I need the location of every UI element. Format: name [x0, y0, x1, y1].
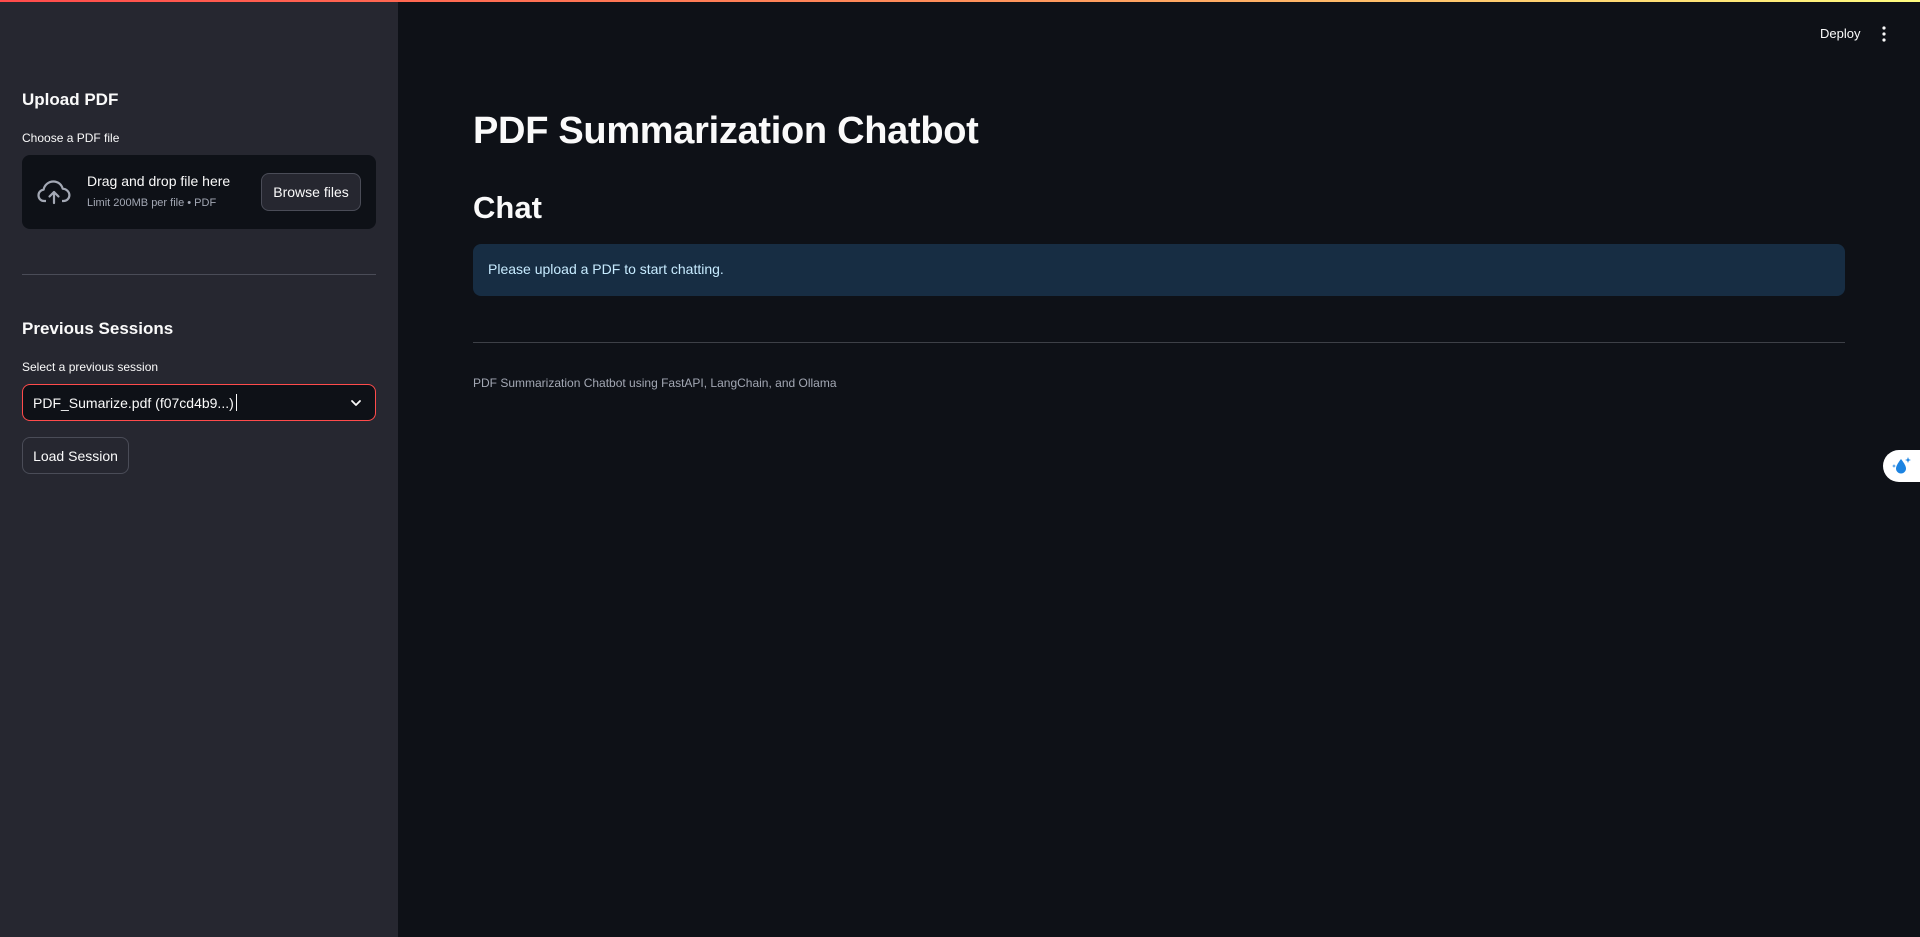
deploy-button[interactable]: Deploy	[1820, 26, 1860, 41]
info-alert: Please upload a PDF to start chatting.	[473, 244, 1845, 296]
session-select-value: PDF_Sumarize.pdf (f07cd4b9...)	[33, 394, 237, 411]
floating-extension-badge[interactable]	[1883, 450, 1920, 482]
sidebar: Upload PDF Choose a PDF file Drag and dr…	[0, 0, 398, 937]
top-decoration-bar	[0, 0, 1920, 2]
info-alert-text: Please upload a PDF to start chatting.	[488, 261, 724, 277]
vertical-dots-icon[interactable]	[1878, 24, 1890, 44]
load-session-button[interactable]: Load Session	[22, 437, 129, 474]
footer-caption: PDF Summarization Chatbot using FastAPI,…	[473, 376, 837, 390]
text-cursor	[235, 394, 237, 411]
session-select[interactable]: PDF_Sumarize.pdf (f07cd4b9...)	[22, 384, 376, 421]
upload-label: Choose a PDF file	[22, 131, 120, 145]
droplet-sparkle-icon	[1892, 457, 1911, 474]
sessions-heading: Previous Sessions	[22, 319, 174, 338]
chevron-down-icon[interactable]	[349, 396, 363, 410]
page-title: PDF Summarization Chatbot	[473, 110, 979, 152]
sidebar-divider	[22, 274, 376, 275]
main-divider	[473, 342, 1845, 343]
dropzone-title: Drag and drop file here	[87, 173, 231, 189]
dropzone-limit-text: Limit 200MB per file • PDF	[87, 197, 217, 209]
chat-heading: Chat	[473, 190, 542, 225]
upload-heading: Upload PDF	[22, 90, 119, 109]
session-select-label: Select a previous session	[22, 360, 159, 374]
file-dropzone[interactable]: Drag and drop file here Limit 200MB per …	[22, 155, 376, 229]
browse-files-button[interactable]: Browse files	[261, 173, 361, 211]
cloud-upload-icon	[37, 180, 71, 205]
